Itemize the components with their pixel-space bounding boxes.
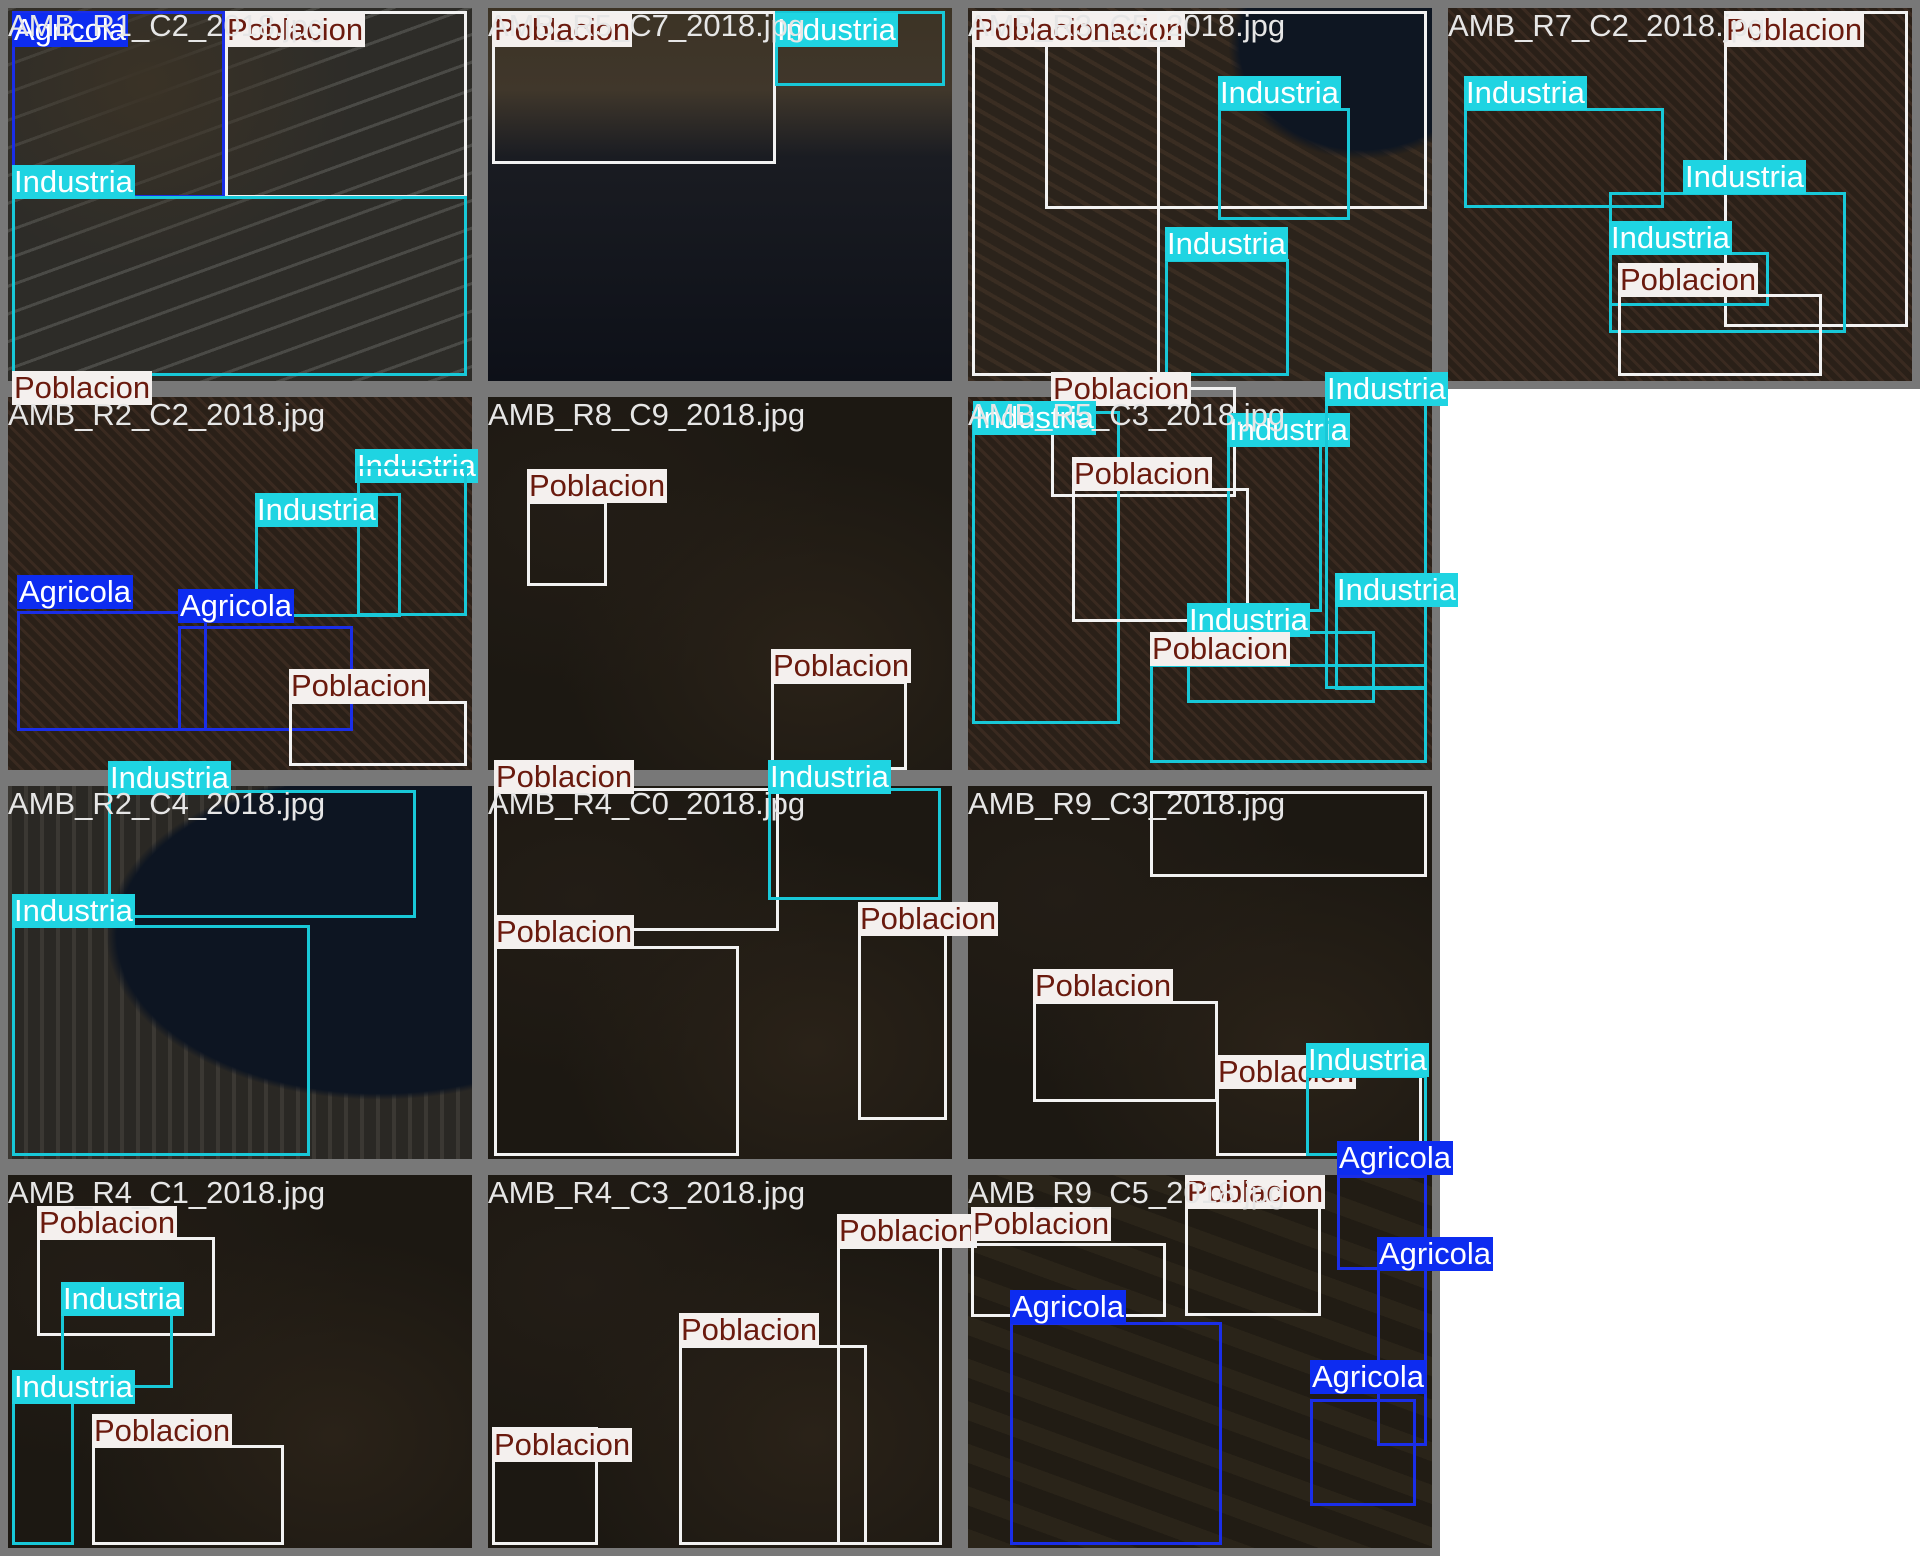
- image-filename: AMB_R5_C3_2018.jpg: [968, 397, 1286, 432]
- satellite-image: [1448, 8, 1912, 381]
- image-filename: AMB_R1_C2_2018.jpg: [8, 8, 326, 43]
- image-tile: AMB_R4_C0_2018.jpg: [480, 778, 960, 1167]
- image-tile: AMB_R1_C2_2018.jpg: [0, 0, 480, 389]
- image-filename: AMB_R2_C2_2018.jpg: [8, 397, 326, 432]
- satellite-image: [488, 1175, 952, 1548]
- satellite-image: [968, 786, 1432, 1159]
- satellite-image: [8, 397, 472, 770]
- image-tile: AMB_R3_C5_2018.jpg: [960, 0, 1440, 389]
- satellite-image: [968, 1175, 1432, 1548]
- satellite-image: [8, 8, 472, 381]
- satellite-image: [488, 397, 952, 770]
- image-filename: AMB_R2_C4_2018.jpg: [8, 786, 326, 821]
- satellite-image: [8, 786, 472, 1159]
- satellite-image: [968, 397, 1432, 770]
- image-filename: AMB_R4_C3_2018.jpg: [488, 1175, 806, 1210]
- image-filename: AMB_R7_C2_2018.jpg: [1448, 8, 1766, 43]
- image-filename: AMB_R5_C7_2018.jpg: [488, 8, 806, 43]
- image-filename: AMB_R3_C5_2018.jpg: [968, 8, 1286, 43]
- image-tile: AMB_R2_C2_2018.jpg: [0, 389, 480, 778]
- image-filename: AMB_R4_C0_2018.jpg: [488, 786, 806, 821]
- image-filename: AMB_R8_C9_2018.jpg: [488, 397, 806, 432]
- image-tile: AMB_R2_C4_2018.jpg: [0, 778, 480, 1167]
- satellite-image: [488, 8, 952, 381]
- image-tile: AMB_R7_C2_2018.jpg: [1440, 0, 1920, 389]
- image-tile: AMB_R8_C9_2018.jpg: [480, 389, 960, 778]
- image-tile: AMB_R5_C7_2018.jpg: [480, 0, 960, 389]
- satellite-image: [488, 786, 952, 1159]
- image-mosaic: AMB_R1_C2_2018.jpg AMB_R5_C7_2018.jpg AMB_…: [0, 0, 1920, 1556]
- image-tile: AMB_R4_C3_2018.jpg: [480, 1167, 960, 1556]
- satellite-image: [8, 1175, 472, 1548]
- image-tile: AMB_R4_C1_2018.jpg: [0, 1167, 480, 1556]
- image-filename: AMB_R9_C5_2018.jpg: [968, 1175, 1286, 1210]
- image-filename: AMB_R9_C3_2018.jpg: [968, 786, 1286, 821]
- image-tile: AMB_R5_C3_2018.jpg: [960, 389, 1440, 778]
- image-tile: AMB_R9_C5_2018.jpg: [960, 1167, 1440, 1556]
- image-filename: AMB_R4_C1_2018.jpg: [8, 1175, 326, 1210]
- satellite-image: [968, 8, 1432, 381]
- image-tile: AMB_R9_C3_2018.jpg: [960, 778, 1440, 1167]
